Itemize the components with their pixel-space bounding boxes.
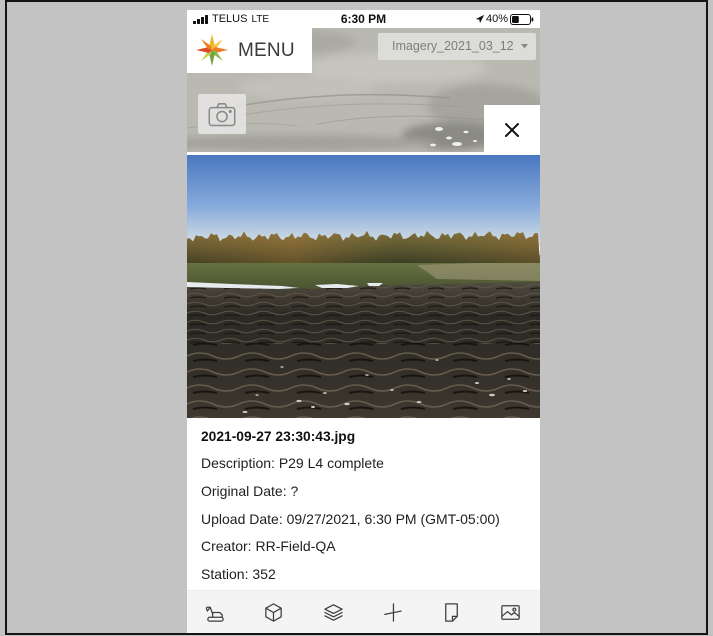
photo-info-panel: 2021-09-27 23:30:43.jpg Description: P29… (187, 418, 540, 590)
close-button[interactable] (484, 105, 540, 155)
toolbar-image-button[interactable] (488, 591, 532, 633)
phone-screen: TELUS LTE 6:30 PM 40% MENU Imagery_2021_… (187, 10, 540, 633)
toolbar-note-button[interactable] (429, 591, 473, 633)
field-value: ? (290, 483, 299, 499)
close-icon (505, 123, 519, 137)
soil (187, 282, 540, 418)
menu-label: MENU (238, 40, 295, 61)
field-label: Station: (201, 566, 249, 582)
station-row: Station: 352 (201, 564, 276, 584)
layers-icon (323, 604, 343, 621)
original-date-row: Original Date: ? (201, 481, 298, 501)
field-label: Description: (201, 455, 275, 471)
menu-button[interactable]: MENU (187, 28, 312, 73)
camera-icon (208, 103, 236, 127)
upload-date-row: Upload Date: 09/27/2021, 6:30 PM (GMT-05… (201, 509, 500, 529)
camera-button[interactable] (198, 94, 246, 134)
image-icon (500, 605, 520, 620)
field-value: RR-Field-QA (255, 538, 336, 554)
photo-filename: 2021-09-27 23:30:43.jpg (201, 429, 356, 444)
field-label: Creator: (201, 538, 252, 554)
field-label: Upload Date: (201, 511, 283, 527)
field-value: P29 L4 complete (278, 455, 384, 471)
cube-icon (264, 603, 282, 622)
field-value: 09/27/2021, 6:30 PM (GMT-05:00) (286, 511, 500, 527)
chevron-down-icon (521, 44, 529, 49)
creator-row: Creator: RR-Field-QA (201, 536, 336, 556)
description-row: Description: P29 L4 complete (201, 453, 384, 473)
excavator-icon (205, 606, 224, 622)
site-photo (187, 155, 540, 418)
imagery-selected-value: Imagery_2021_03_12 (392, 39, 514, 53)
note-icon (444, 603, 458, 622)
toolbar-cube-button[interactable] (251, 591, 295, 633)
bottom-toolbar (187, 590, 540, 633)
battery-percent: 40% (486, 13, 509, 25)
imagery-select[interactable]: Imagery_2021_03_12 (378, 33, 536, 60)
sky (187, 155, 540, 247)
toolbar-axis-button[interactable] (370, 591, 414, 633)
field-label: Original Date: (201, 483, 287, 499)
battery-icon (510, 14, 534, 25)
axis-icon (383, 603, 402, 622)
location-arrow-icon (475, 14, 485, 24)
toolbar-excavator-button[interactable] (193, 591, 237, 633)
field-value: 352 (252, 566, 276, 582)
toolbar-layers-button[interactable] (311, 591, 355, 633)
status-bar: TELUS LTE 6:30 PM 40% (187, 10, 540, 28)
compass-star-logo (196, 34, 228, 66)
